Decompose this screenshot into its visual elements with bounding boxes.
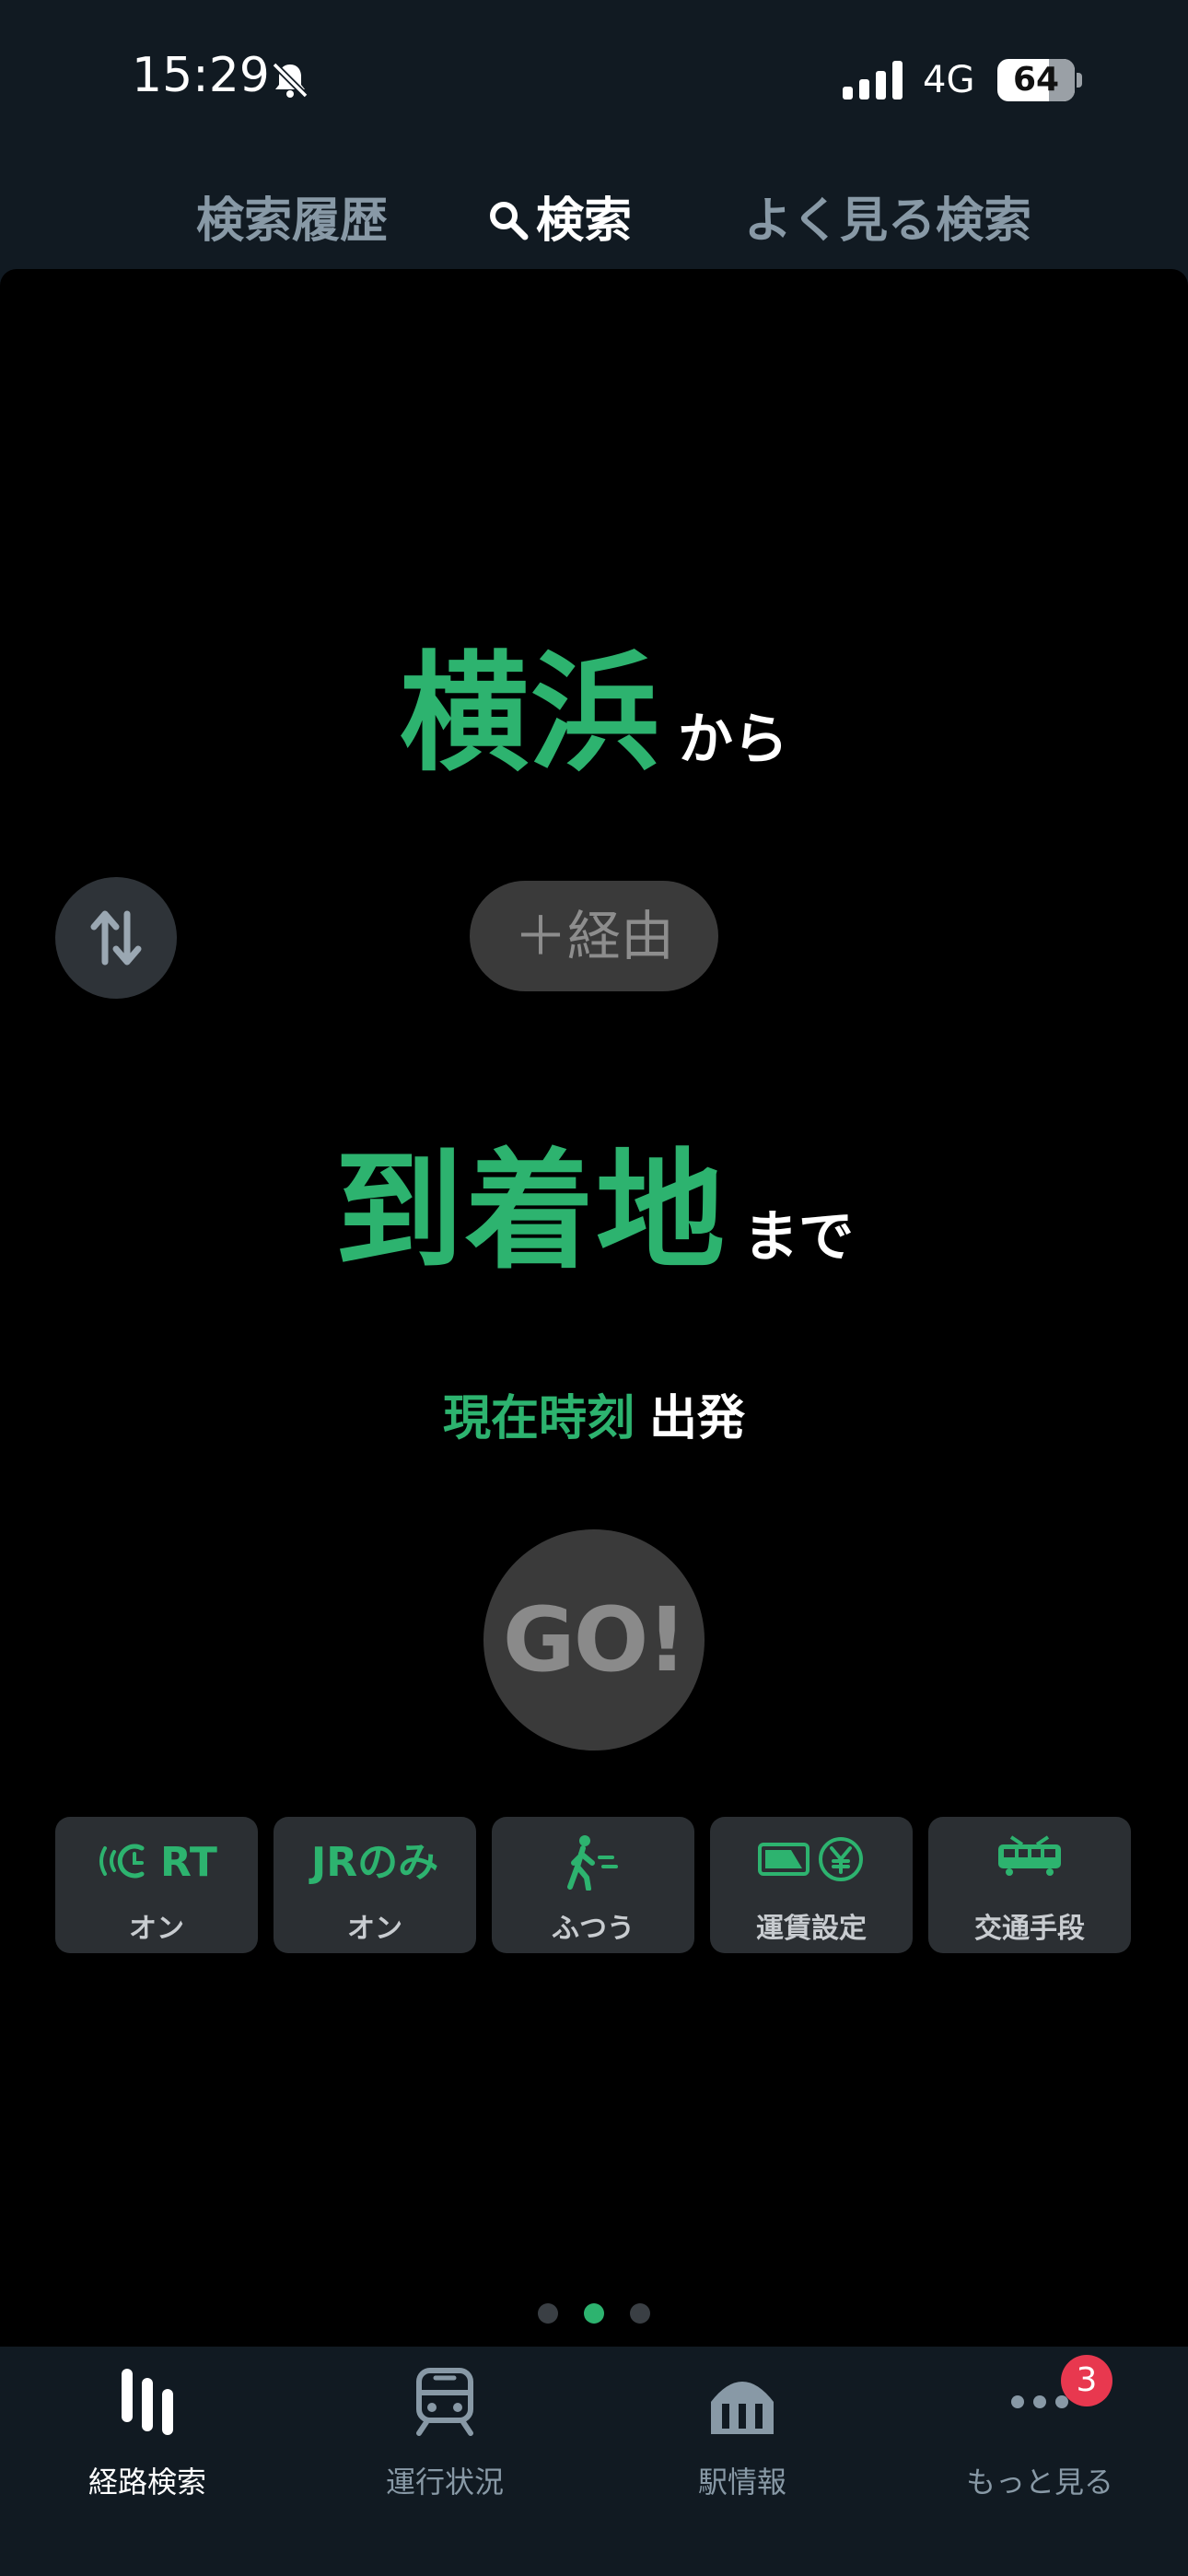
time-label[interactable]: 現在時刻 [443, 1391, 635, 1446]
go-button[interactable]: GO! [483, 1529, 705, 1751]
option-jr-only-state: オン [347, 1913, 402, 1945]
option-fare-settings-label: 運賃設定 [756, 1913, 867, 1945]
station-info-icon [711, 2382, 774, 2434]
search-icon [490, 202, 529, 240]
origin-station[interactable]: 横浜 [400, 639, 661, 790]
realtime-icon-text: RT [160, 1839, 217, 1886]
realtime-icon: RT [55, 1835, 258, 1891]
page-dot[interactable] [630, 2303, 650, 2324]
option-fare-settings[interactable]: 運賃設定 [710, 1817, 913, 1953]
train-status-icon [416, 2368, 473, 2436]
top-tab-bar: 検索履歴 検索 よく見る検索 [0, 170, 1188, 253]
nav-train-status[interactable]: 運行状況 [307, 2365, 583, 2512]
nav-route-search[interactable]: 経路検索 [9, 2365, 285, 2512]
jr-only-icon-text: JRのみ [310, 1839, 439, 1886]
walking-speed-icon [492, 1835, 694, 1891]
swap-arrows-icon [90, 910, 142, 966]
nav-route-search-label: 経路検索 [87, 2465, 206, 2500]
nav-station-info-label: 駅情報 [697, 2465, 786, 2500]
time-mode[interactable]: 出発 [649, 1391, 745, 1446]
page-dot-active[interactable] [584, 2303, 604, 2324]
status-bar: 15:29 4G 64 [0, 0, 1188, 157]
option-walking-speed-state: ふつう [552, 1913, 635, 1945]
nav-more[interactable]: もっと見る [902, 2365, 1178, 2512]
tab-search-label: 検索 [536, 193, 633, 249]
battery-percent: 64 [1012, 61, 1060, 99]
tab-frequent-searches[interactable]: よく見る検索 [744, 181, 1031, 251]
option-transport-mode-label: 交通手段 [974, 1913, 1085, 1945]
tab-search-history[interactable]: 検索履歴 [196, 181, 388, 251]
tab-search[interactable]: 検索 [488, 181, 632, 251]
search-panel: 横浜 から ＋経由 到着地 まで 現在時刻 出発 GO! [0, 269, 1188, 2347]
notification-badge: 3 [1061, 2355, 1112, 2406]
nav-train-status-label: 運行状況 [385, 2465, 504, 2500]
destination-field[interactable]: 到着地 まで [0, 1107, 1188, 1294]
bottom-navigation: 経路検索 運行状況 駅情報 もっと見る [0, 2347, 1188, 2576]
option-realtime-state: オン [129, 1913, 184, 1945]
option-realtime[interactable]: RT オン [55, 1817, 258, 1953]
option-transport-mode[interactable]: 交通手段 [928, 1817, 1131, 1953]
nav-station-info[interactable]: 駅情報 [604, 2365, 880, 2512]
destination-suffix: まで [743, 1205, 854, 1270]
battery-icon: 64 [997, 59, 1082, 101]
option-walking-speed[interactable]: ふつう [492, 1817, 694, 1953]
page-indicator [0, 2303, 1188, 2331]
origin-suffix: から [678, 708, 788, 772]
add-via-button[interactable]: ＋経由 [470, 881, 718, 991]
route-search-icon [122, 2369, 173, 2435]
departure-time-selector[interactable]: 現在時刻 出発 [0, 1379, 1188, 1448]
destination-station[interactable]: 到着地 [334, 1137, 727, 1287]
transport-mode-icon [928, 1835, 1131, 1891]
option-jr-only[interactable]: JRのみ オン [274, 1817, 476, 1953]
jr-only-icon: JRのみ [274, 1835, 476, 1891]
bell-muted-icon [272, 62, 309, 99]
cellular-signal-icon [843, 61, 903, 100]
page-dot[interactable] [538, 2303, 558, 2324]
origin-field[interactable]: 横浜 から [0, 610, 1188, 796]
status-time: 15:29 [132, 48, 270, 103]
swap-stations-button[interactable] [55, 877, 177, 999]
search-options: RT オン JRのみ オン ふつう 運賃設定 交通手段 [55, 1817, 1133, 1953]
network-type: 4G [923, 59, 975, 101]
fare-settings-icon [710, 1835, 913, 1891]
nav-more-label: もっと見る [965, 2465, 1113, 2500]
